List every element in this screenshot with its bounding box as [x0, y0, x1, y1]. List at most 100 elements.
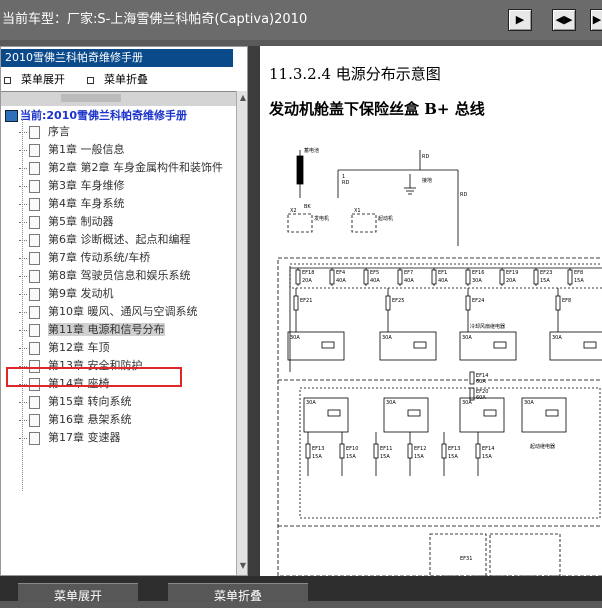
document-icon	[29, 251, 40, 265]
fuse-symbol	[431, 269, 437, 285]
play-button[interactable]: ▶	[508, 9, 532, 31]
relay-coil	[493, 341, 507, 349]
collapse-label: 菜单折叠	[104, 73, 148, 86]
play-icon: ▶	[515, 13, 525, 26]
document-icon	[29, 269, 40, 283]
document-icon	[29, 125, 40, 139]
footer-bar: 菜单展开 菜单折叠	[0, 576, 602, 603]
tree-item-label: 第7章 传动系统/车桥	[48, 251, 151, 264]
footer-collapse-button[interactable]: 菜单折叠	[168, 583, 308, 603]
fuse-symbol	[373, 443, 379, 459]
fuse-symbol	[407, 443, 413, 459]
label-relay-fan: 冷却风扇继电器	[470, 323, 505, 330]
label-starter: 起动机	[378, 215, 393, 222]
tree-item[interactable]: 第9章 发动机	[19, 285, 114, 302]
expand-all-link[interactable]: 菜单展开	[4, 73, 65, 86]
sidebar: 2010雪佛兰科帕奇维修手册 菜单展开 菜单折叠 当前:2010雪佛兰科帕奇维修…	[0, 46, 248, 576]
tree-item[interactable]: 序言	[19, 123, 70, 140]
vehicle-title: 当前车型：厂家:S-上海雪佛兰科帕奇(Captiva)2010	[2, 12, 308, 27]
relay-coil	[413, 341, 427, 349]
tree-item[interactable]: 第11章 电源和信号分布	[19, 321, 165, 338]
pane-splitter[interactable]	[248, 46, 260, 576]
scroll-thumb[interactable]	[61, 94, 121, 102]
tree-item-label: 第15章 转向系统	[48, 395, 132, 408]
diagram-label: 30A	[382, 335, 392, 341]
document-icon	[29, 215, 40, 229]
manual-header: 2010雪佛兰科帕奇维修手册	[1, 49, 233, 67]
diagram-label: EF19	[506, 270, 518, 276]
diagram-label: 15A	[312, 454, 322, 460]
scroll-up-icon[interactable]: ▲	[238, 93, 247, 103]
tree-connector-dash	[19, 419, 27, 421]
tree-item[interactable]: 第1章 一般信息	[19, 141, 125, 158]
fuse-symbol	[469, 371, 475, 385]
tree-connector-dash	[19, 329, 27, 331]
diagram-label: EF12	[414, 446, 426, 452]
diagram-label: EF4	[336, 270, 345, 276]
diagram-label: 30A	[524, 400, 534, 406]
section-title: 11.3.2.4 电源分布示意图	[269, 65, 441, 83]
label-rd-1: RD	[342, 180, 349, 186]
tree-connector-dash	[19, 257, 27, 259]
diagram-label: 15A	[540, 278, 550, 284]
tree-item[interactable]: 第5章 制动器	[19, 213, 114, 230]
split-button[interactable]: ◀▶	[552, 9, 576, 31]
tree-item[interactable]: 第15章 转向系统	[19, 393, 132, 410]
tree-item[interactable]: 第4章 车身系统	[19, 195, 125, 212]
fuse-symbol	[567, 269, 573, 285]
relay-coil	[583, 341, 597, 349]
tree-connector-dash	[19, 437, 27, 439]
title-bar: 当前车型：厂家:S-上海雪佛兰科帕奇(Captiva)2010 ▶ ◀▶ ▶	[0, 0, 602, 40]
tree-item[interactable]: 第17章 变速器	[19, 429, 121, 446]
diagram-label: EF16	[472, 270, 484, 276]
collapse-all-link[interactable]: 菜单折叠	[87, 73, 148, 86]
book-icon	[5, 110, 18, 122]
tree-item[interactable]: 第2章 第2章 车身金属构件和装饰件	[19, 159, 223, 176]
footer-expand-button[interactable]: 菜单展开	[18, 583, 138, 603]
horizontal-scrollbar[interactable]	[1, 91, 236, 106]
diagram-label: 60A	[476, 379, 486, 385]
diagram-label: 30A	[552, 335, 562, 341]
fuse-symbol	[533, 269, 539, 285]
tree-item-label: 第9章 发动机	[48, 287, 114, 300]
tree-item-label: 第6章 诊断概述、起点和编程	[48, 233, 191, 246]
tree-connector-dash	[19, 401, 27, 403]
menu-toggle-row: 菜单展开 菜单折叠	[4, 71, 148, 87]
diagram-label: EF1	[438, 270, 447, 276]
tree-item-label: 第11章 电源和信号分布	[48, 323, 165, 336]
label-rd-3: RD	[460, 192, 467, 198]
vertical-scrollbar[interactable]: ▲ ▼	[236, 91, 247, 575]
fuse-symbol	[499, 269, 505, 285]
tree-connector-dash	[19, 347, 27, 349]
diagram-label: 15A	[448, 454, 458, 460]
tree-item[interactable]: 第12章 车顶	[19, 339, 110, 356]
fuse-symbol	[465, 269, 471, 285]
fuse-symbol	[475, 443, 481, 459]
tree-item-label: 第17章 变速器	[48, 431, 121, 444]
tree-connector-dash	[19, 293, 27, 295]
fuse-symbol	[305, 443, 311, 459]
tree-item[interactable]: 第8章 驾驶员信息和娱乐系统	[19, 267, 191, 284]
tree-item[interactable]: 第6章 诊断概述、起点和编程	[19, 231, 191, 248]
next-button[interactable]: ▶	[590, 9, 602, 31]
diagram-label: 20A	[506, 278, 516, 284]
tree-root[interactable]: 当前:2010雪佛兰科帕奇维修手册	[5, 107, 187, 123]
diagram-label: 15A	[380, 454, 390, 460]
label-bk: BK	[304, 204, 311, 210]
diagram-label: EF7	[404, 270, 413, 276]
tree-item[interactable]: 第7章 传动系统/车桥	[19, 249, 150, 266]
diagram-label: 30A	[290, 335, 300, 341]
tree-item[interactable]: 第10章 暖风、通风与空调系统	[19, 303, 198, 320]
tree-item-label: 第1章 一般信息	[48, 143, 125, 156]
tree-item-label: 第10章 暖风、通风与空调系统	[48, 305, 198, 318]
diagram-label: 15A	[414, 454, 424, 460]
fuse-symbol	[465, 295, 471, 311]
tree-item[interactable]: 第16章 悬架系统	[19, 411, 132, 428]
tree-item[interactable]: 第3章 车身维修	[19, 177, 125, 194]
tree-connector-dash	[19, 167, 27, 169]
label-generator: 发电机	[314, 215, 329, 222]
diagram-label: EF23	[540, 270, 552, 276]
tree-item-label: 序言	[48, 125, 70, 138]
scroll-down-icon[interactable]: ▼	[238, 561, 247, 571]
document-icon	[29, 431, 40, 445]
